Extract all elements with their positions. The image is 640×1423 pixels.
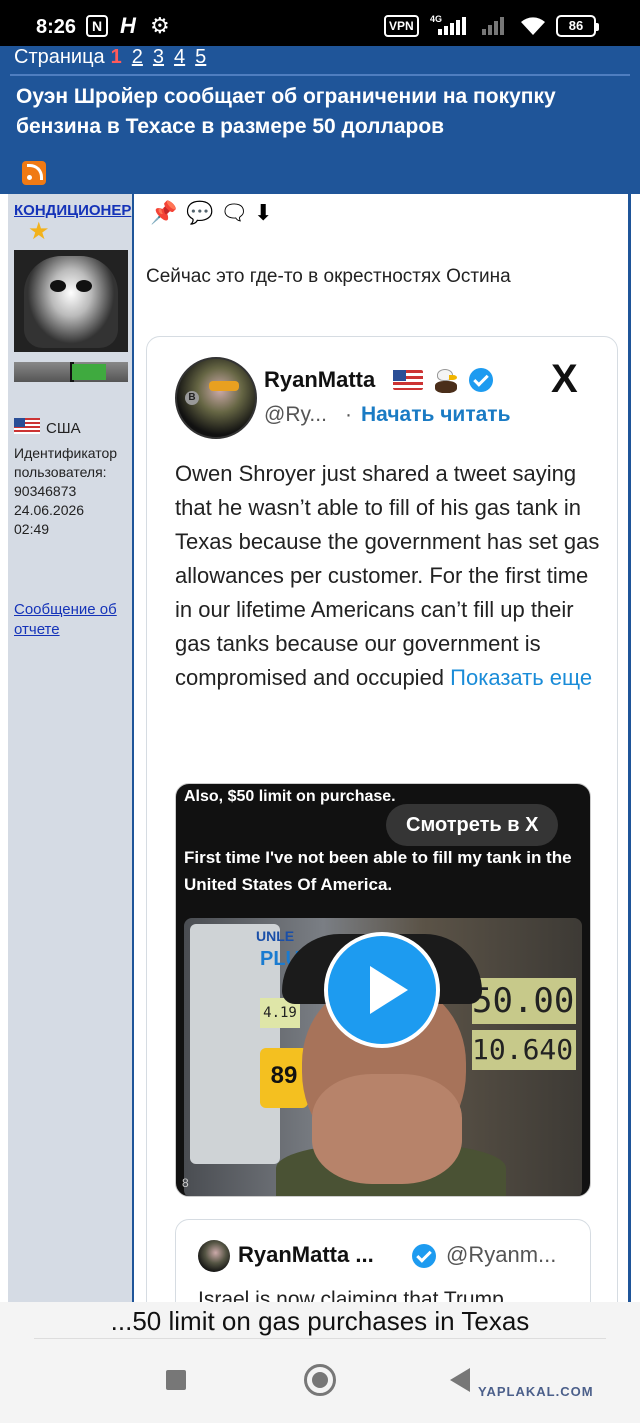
video-caption-main: First time I've not been able to fill my… [184, 848, 572, 894]
pagination: Страница 1 2 3 4 5 [14, 46, 206, 69]
status-bar: 8:26 N H ⚙ VPN 4G 86 [0, 0, 640, 50]
reputation-fill [72, 364, 106, 380]
follow-button[interactable]: Начать читать [361, 403, 510, 427]
signal-icon-secondary [478, 15, 508, 37]
video-caption-top: Also, $50 limit on purchase. [184, 788, 396, 805]
post-date: 24.06.2026 [14, 502, 85, 518]
watch-on-x-button[interactable]: Смотреть в X [386, 804, 559, 846]
user-sidebar: КОНДИЦИОНЕР ★ США Идентификатор пользова… [8, 194, 134, 1304]
tweet-avatar[interactable]: B [175, 357, 257, 439]
user-country: США [46, 420, 81, 437]
current-page: 1 [110, 46, 122, 68]
signal-icon [428, 15, 472, 37]
user-info: Идентификатор пользователя: 90346873 24.… [14, 444, 132, 539]
report-link[interactable]: Сообщение об отчете [14, 600, 132, 640]
pager-label: Страница [14, 46, 105, 68]
app-notification-icon: H [120, 13, 136, 38]
tweet-author-name[interactable]: RyanMatta [264, 367, 375, 393]
quoted-avatar [198, 1240, 230, 1272]
page-link-2[interactable]: 2 [132, 46, 143, 68]
home-button[interactable] [304, 1364, 336, 1396]
quoted-handle: @Ryanm... [446, 1242, 557, 1267]
pin-icon[interactable]: 📌 [150, 200, 177, 226]
topic-header: Страница 1 2 3 4 5 Оуэн Шройер сообщает об ог… [0, 46, 640, 194]
separator-dot: · [345, 403, 352, 426]
quoted-author-name: RyanMatta ... [238, 1242, 374, 1267]
user-id-value: 90346873 [14, 483, 77, 499]
gear-icon: ⚙ [150, 13, 170, 38]
rss-icon[interactable] [22, 161, 46, 185]
watermark-logo: YAPLAKAL.COM [478, 1384, 594, 1399]
video-corner-text: 8 [182, 1176, 189, 1190]
page-border-right [628, 194, 631, 1304]
tweet-handle[interactable]: @Ry... [264, 403, 327, 427]
vpn-icon: VPN [384, 15, 419, 37]
star-icon: ★ [28, 218, 50, 245]
bottom-bar: ...50 limit on gas purchases in Texas YA… [0, 1302, 640, 1423]
post-text: Сейчас это где-то в окрестностях Остина [146, 266, 511, 287]
tweet-body: Owen Shroyer just shared a tweet saying … [175, 457, 605, 695]
clock: 8:26 [36, 16, 77, 38]
arrow-down-icon[interactable]: ⬇ [254, 200, 272, 226]
tweet-text: Owen Shroyer just shared a tweet saying … [175, 461, 600, 690]
show-more-link[interactable]: Показать еще [450, 665, 592, 690]
header-divider [10, 74, 630, 76]
back-button[interactable] [450, 1368, 470, 1392]
reputation-bar [14, 362, 128, 382]
user-id-label: Идентификатор пользователя: [14, 445, 118, 480]
recents-button[interactable] [166, 1370, 186, 1390]
page-link-4[interactable]: 4 [174, 46, 185, 68]
play-icon[interactable] [324, 932, 440, 1048]
verified-badge-icon [412, 1244, 436, 1268]
us-flag-icon [393, 370, 423, 390]
verified-badge-icon [469, 368, 493, 392]
page-link-3[interactable]: 3 [153, 46, 164, 68]
post-time: 02:49 [14, 521, 50, 537]
tweet-video[interactable]: Also, $50 limit on purchase. First time … [175, 783, 591, 1197]
nfc-icon: N [86, 15, 108, 37]
topic-title: Оуэн Шройер сообщает об ограничении на п… [16, 85, 556, 138]
image-caption: ...50 limit on gas purchases in Texas [110, 1306, 530, 1336]
eagle-icon [433, 367, 459, 393]
tweet-embed[interactable]: B RyanMatta X @Ry... · Начать читать Owe… [146, 336, 618, 1316]
page-link-5[interactable]: 5 [195, 46, 206, 68]
battery-icon: 86 [556, 15, 599, 37]
x-logo-icon[interactable]: X [551, 357, 578, 401]
us-flag-icon [14, 418, 40, 434]
avatar[interactable] [14, 250, 128, 352]
reply-icon[interactable]: 🗨 [220, 200, 248, 226]
wifi-icon [518, 15, 548, 37]
caption-divider [34, 1338, 606, 1339]
comment-icon[interactable]: 💬 [186, 200, 213, 226]
